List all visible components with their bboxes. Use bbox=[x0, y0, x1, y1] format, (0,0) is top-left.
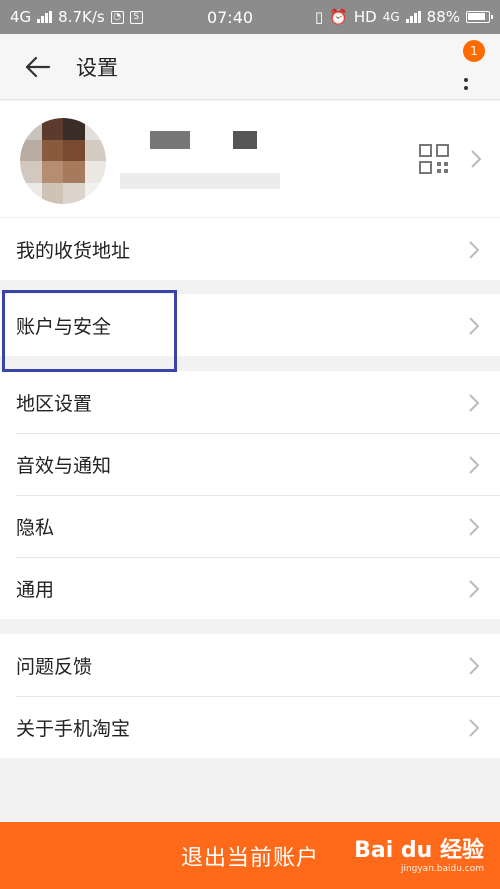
chevron-right-icon bbox=[469, 241, 480, 259]
alarm-icon: ⏰ bbox=[329, 8, 348, 26]
battery-percent: 88% bbox=[426, 8, 460, 26]
qr-code-icon[interactable] bbox=[418, 143, 450, 175]
menu-group-3: 地区设置 音效与通知 隐私 通用 bbox=[0, 371, 500, 619]
menu-item-label: 通用 bbox=[16, 578, 55, 601]
baidu-jingyan-watermark: Bai du 经验 jingyan.baidu.com bbox=[354, 832, 484, 874]
nickname-blurred-2 bbox=[233, 131, 257, 149]
menu-item-label: 我的收货地址 bbox=[16, 239, 131, 262]
page-title: 设置 bbox=[76, 55, 118, 80]
signal-icon bbox=[37, 11, 53, 23]
menu-item-privacy[interactable]: 隐私 bbox=[0, 495, 500, 557]
logout-label: 退出当前账户 bbox=[180, 845, 319, 871]
network-type-2: 4G bbox=[382, 10, 400, 24]
menu-item-label: 音效与通知 bbox=[16, 454, 112, 477]
hd-label: HD bbox=[353, 8, 377, 26]
chevron-right-icon bbox=[469, 580, 480, 598]
avatar bbox=[20, 118, 106, 204]
menu-item-feedback[interactable]: 问题反馈 bbox=[0, 634, 500, 696]
menu-item-label: 地区设置 bbox=[16, 392, 93, 415]
network-type: 4G bbox=[10, 8, 32, 26]
notification-badge: 1 bbox=[463, 40, 485, 62]
status-right: ▯ ⏰ HD 4G 88% bbox=[290, 8, 493, 26]
menu-group-1: 我的收货地址 bbox=[0, 218, 500, 280]
signal-icon-2 bbox=[405, 11, 421, 23]
menu-item-label: 账户与安全 bbox=[16, 315, 112, 338]
battery-icon bbox=[466, 11, 493, 23]
status-time: 07:40 bbox=[206, 7, 254, 27]
user-id-blurred bbox=[120, 173, 280, 189]
menu-item-label: 隐私 bbox=[16, 516, 55, 539]
status-bar: 4G 8.7K/s ◔ S 07:40 ▯ ⏰ HD 4G 88% bbox=[0, 0, 500, 34]
chevron-right-icon bbox=[471, 150, 482, 168]
back-arrow-icon bbox=[25, 56, 51, 77]
watermark-logo: Bai du 经验 bbox=[354, 838, 484, 863]
network-speed: 8.7K/s bbox=[58, 8, 105, 26]
menu-item-label: 关于手机淘宝 bbox=[16, 717, 131, 740]
menu-item-sound-notification[interactable]: 音效与通知 bbox=[0, 433, 500, 495]
chevron-right-icon bbox=[469, 657, 480, 675]
chevron-right-icon bbox=[469, 394, 480, 412]
menu-group-2: 账户与安全 bbox=[0, 294, 500, 356]
menu-item-about[interactable]: 关于手机淘宝 bbox=[0, 696, 500, 758]
menu-item-label: 问题反馈 bbox=[16, 655, 93, 678]
chevron-right-icon bbox=[469, 719, 480, 737]
app-notification-icon: S bbox=[129, 10, 143, 24]
menu-group-4: 问题反馈 关于手机淘宝 bbox=[0, 634, 500, 758]
menu-item-shipping-address[interactable]: 我的收货地址 bbox=[0, 218, 500, 280]
back-button[interactable] bbox=[0, 34, 76, 100]
vibrate-icon: ▯ bbox=[314, 8, 324, 26]
watermark-url: jingyan.baidu.com bbox=[400, 864, 484, 874]
menu-item-general[interactable]: 通用 bbox=[0, 557, 500, 619]
menu-item-region[interactable]: 地区设置 bbox=[0, 371, 500, 433]
app-header: 设置 1 bbox=[0, 34, 500, 100]
browser-notification-icon: ◔ bbox=[110, 10, 124, 24]
chevron-right-icon bbox=[469, 456, 480, 474]
nickname-blurred bbox=[150, 131, 190, 149]
menu-item-account-security[interactable]: 账户与安全 bbox=[0, 294, 500, 356]
chevron-right-icon bbox=[469, 317, 480, 335]
chevron-right-icon bbox=[469, 518, 480, 536]
